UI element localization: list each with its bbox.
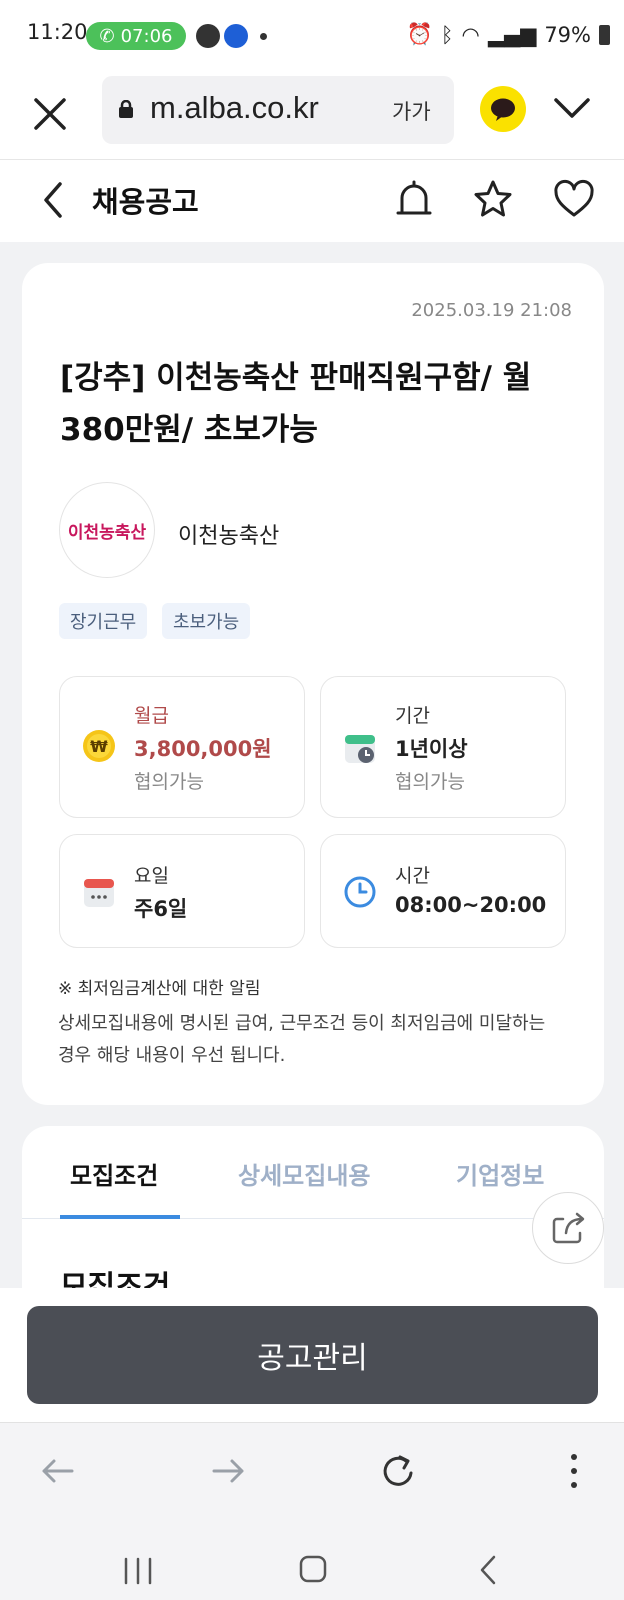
bell-icon xyxy=(396,180,432,215)
days-value: 주6일 xyxy=(134,897,188,921)
call-timer: 07:06 xyxy=(120,25,173,47)
text-size-button[interactable]: 가가 xyxy=(392,96,431,126)
heart-icon xyxy=(554,179,594,217)
reload-button[interactable] xyxy=(378,1449,418,1493)
calendar-icon xyxy=(84,879,114,907)
recents-icon xyxy=(124,1557,152,1585)
bluetooth-icon: ᛒ xyxy=(440,22,454,47)
active-tab-indicator xyxy=(60,1215,180,1219)
system-back-button[interactable] xyxy=(476,1554,500,1586)
close-tab-button[interactable] xyxy=(30,94,70,134)
browser-menu-expand-button[interactable] xyxy=(552,92,592,124)
scrap-button[interactable] xyxy=(472,178,514,220)
url-text: m.alba.co.kr xyxy=(150,90,319,125)
more-vertical-icon xyxy=(571,1454,577,1488)
tag-long-term: 장기근무 xyxy=(59,603,148,639)
alarm-icon: ⏰ xyxy=(406,22,433,46)
more-menu-button[interactable] xyxy=(566,1449,582,1493)
arrow-right-icon xyxy=(212,1459,244,1483)
kakaotalk-share-button[interactable] xyxy=(480,86,526,132)
browser-toolbar xyxy=(0,1422,624,1526)
min-wage-notice-title: ※ 최저임금계산에 대한 알림 xyxy=(58,979,261,999)
clock-icon xyxy=(344,876,376,908)
info-box-pay: ₩ 월급 3,800,000원 협의가능 xyxy=(59,676,305,818)
tab-company-info[interactable]: 기업정보 xyxy=(456,1156,544,1191)
posted-date: 2025.03.19 21:08 xyxy=(411,300,572,321)
arrow-left-icon xyxy=(42,1459,74,1483)
share-icon xyxy=(552,1212,585,1244)
recent-apps-button[interactable] xyxy=(122,1556,154,1586)
status-icons: ⏰ ᛒ ◠ ▂▄▆ 79% xyxy=(407,22,610,47)
home-button[interactable] xyxy=(298,1554,328,1584)
battery-icon xyxy=(599,24,610,45)
browser-url-bar: m.alba.co.kr 가가 xyxy=(0,74,624,160)
pay-negotiable: 협의가능 xyxy=(134,771,204,793)
period-value: 1년이상 xyxy=(395,737,468,761)
chevron-down-icon xyxy=(554,98,590,118)
svg-text:₩: ₩ xyxy=(90,737,108,756)
phone-icon: ✆ xyxy=(99,25,115,47)
company-logo[interactable]: 이천농축산 xyxy=(59,482,155,578)
address-field[interactable]: m.alba.co.kr 가가 xyxy=(102,76,454,144)
call-timer-pill[interactable]: ✆ 07:06 xyxy=(86,22,186,50)
browser-forward-button[interactable] xyxy=(208,1451,248,1491)
manage-posting-button[interactable]: 공고관리 xyxy=(27,1306,598,1404)
tag-beginner-ok: 초보가능 xyxy=(162,603,251,639)
battery-percent: 79% xyxy=(544,22,591,47)
star-icon xyxy=(474,180,512,217)
chevron-left-icon xyxy=(44,182,62,218)
browser-back-button[interactable] xyxy=(38,1451,78,1491)
info-box-period: 기간 1년이상 협의가능 xyxy=(320,676,566,818)
home-icon xyxy=(299,1555,327,1583)
won-coin-icon: ₩ xyxy=(83,730,115,762)
page-title: 채용공고 xyxy=(92,185,199,219)
close-icon xyxy=(34,98,66,130)
share-button[interactable] xyxy=(532,1192,604,1264)
pay-label: 월급 xyxy=(134,705,169,727)
status-time: 11:20 xyxy=(27,20,88,44)
days-label: 요일 xyxy=(134,865,169,887)
period-label: 기간 xyxy=(395,705,430,727)
system-navigation-bar xyxy=(0,1526,624,1600)
info-box-days: 요일 주6일 xyxy=(59,834,305,948)
lock-icon xyxy=(119,100,133,118)
calendar-clock-icon xyxy=(345,735,375,763)
min-wage-notice-body: 상세모집내용에 명시된 급여, 근무조건 등이 최저임금에 미달하는 경우 해당… xyxy=(58,1013,546,1066)
tab-detailed-recruitment[interactable]: 상세모집내용 xyxy=(238,1156,370,1191)
period-negotiable: 협의가능 xyxy=(395,771,465,793)
pay-value: 3,800,000원 xyxy=(134,737,272,761)
reload-icon xyxy=(383,1455,413,1486)
chevron-left-icon xyxy=(480,1555,496,1585)
hours-label: 시간 xyxy=(395,865,430,887)
signal-icon: ▂▄▆ xyxy=(487,22,537,47)
info-box-hours: 시간 08:00~20:00 xyxy=(320,834,566,948)
company-name[interactable]: 이천농축산 xyxy=(178,518,279,550)
speech-bubble-icon xyxy=(491,98,515,121)
favorite-button[interactable] xyxy=(552,178,596,220)
page-header: 채용공고 xyxy=(0,160,624,242)
alarm-button[interactable] xyxy=(394,178,434,220)
job-title: [강추] 이천농축산 판매직원구함/ 월 380만원/ 초보가능 xyxy=(60,360,532,448)
company-logo-text: 이천농축산 xyxy=(67,522,147,543)
notification-app-icon xyxy=(224,24,248,48)
wifi-icon: ◠ xyxy=(461,22,480,47)
back-button[interactable] xyxy=(40,180,66,220)
more-notifications-dot xyxy=(260,33,267,40)
notification-app-icon xyxy=(196,24,220,48)
hours-value: 08:00~20:00 xyxy=(395,893,547,917)
status-bar: 11:20 ✆ 07:06 ⏰ ᛒ ◠ ▂▄▆ 79% xyxy=(0,0,624,74)
tab-recruit-conditions[interactable]: 모집조건 xyxy=(70,1156,158,1191)
